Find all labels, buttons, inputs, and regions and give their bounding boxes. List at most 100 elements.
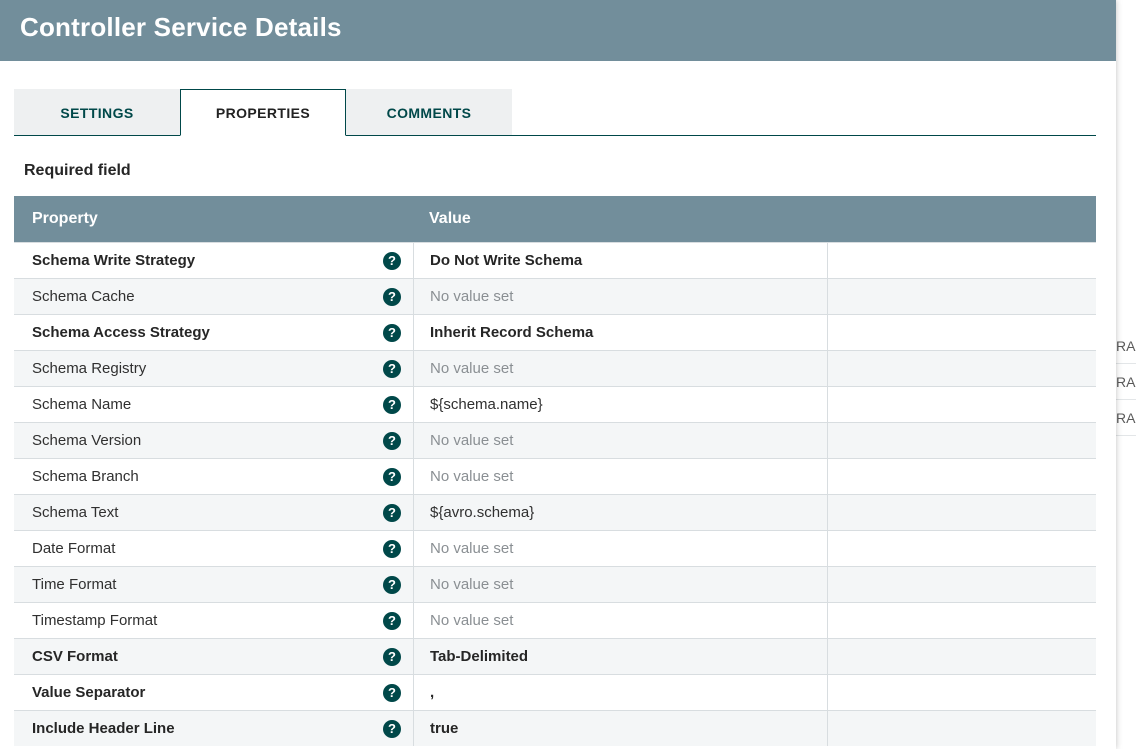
property-name: Schema Cache — [32, 288, 383, 305]
property-name-cell: Schema Write Strategy? — [14, 252, 413, 270]
property-value-cell[interactable]: No value set — [414, 351, 828, 386]
dialog-title: Controller Service Details — [0, 0, 1116, 61]
property-extra-cell — [828, 495, 1096, 530]
property-name: Value Separator — [32, 684, 383, 701]
property-row[interactable]: Schema Branch?No value set — [14, 458, 1096, 494]
property-name: Timestamp Format — [32, 612, 383, 629]
property-value-cell[interactable]: Inherit Record Schema — [414, 315, 828, 350]
property-name-cell: Schema Branch? — [14, 468, 413, 486]
help-icon[interactable]: ? — [383, 504, 401, 522]
tab-bar: SETTINGS PROPERTIES COMMENTS — [14, 89, 1096, 136]
property-value-cell[interactable]: No value set — [414, 603, 828, 638]
property-value-cell[interactable]: ${avro.schema} — [414, 495, 828, 530]
property-name: Schema Text — [32, 504, 383, 521]
property-name: Schema Branch — [32, 468, 383, 485]
property-extra-cell — [828, 387, 1096, 422]
property-name-cell: Schema Text? — [14, 504, 413, 522]
property-extra-cell — [828, 639, 1096, 674]
help-icon[interactable]: ? — [383, 252, 401, 270]
property-name: Schema Write Strategy — [32, 252, 383, 269]
background-row: RA — [1116, 328, 1136, 364]
help-icon[interactable]: ? — [383, 360, 401, 378]
controller-service-details-dialog: Controller Service Details SETTINGS PROP… — [0, 0, 1116, 749]
property-value-cell[interactable]: No value set — [414, 567, 828, 602]
property-name: Schema Registry — [32, 360, 383, 377]
property-name-cell: Schema Registry? — [14, 360, 413, 378]
property-extra-cell — [828, 711, 1096, 746]
property-extra-cell — [828, 423, 1096, 458]
help-icon[interactable]: ? — [383, 540, 401, 558]
property-name-cell: Include Header Line? — [14, 720, 413, 738]
property-row[interactable]: Value Separator?, — [14, 674, 1096, 710]
property-extra-cell — [828, 351, 1096, 386]
property-extra-cell — [828, 675, 1096, 710]
property-row[interactable]: Schema Cache?No value set — [14, 278, 1096, 314]
properties-table: Property Value Schema Write Strategy?Do … — [14, 196, 1096, 749]
property-name: Date Format — [32, 540, 383, 557]
tab-settings[interactable]: SETTINGS — [14, 89, 180, 135]
property-extra-cell — [828, 567, 1096, 602]
help-icon[interactable]: ? — [383, 612, 401, 630]
property-row[interactable]: Timestamp Format?No value set — [14, 602, 1096, 638]
property-extra-cell — [828, 531, 1096, 566]
property-name-cell: Timestamp Format? — [14, 612, 413, 630]
property-name-cell: Schema Version? — [14, 432, 413, 450]
help-icon[interactable]: ? — [383, 720, 401, 738]
properties-table-header: Property Value — [14, 196, 1096, 242]
tab-comments[interactable]: COMMENTS — [346, 89, 512, 135]
help-icon[interactable]: ? — [383, 324, 401, 342]
background-row: RA — [1116, 400, 1136, 436]
help-icon[interactable]: ? — [383, 396, 401, 414]
property-row[interactable]: Schema Access Strategy?Inherit Record Sc… — [14, 314, 1096, 350]
property-name: Schema Name — [32, 396, 383, 413]
property-name-cell: Schema Cache? — [14, 288, 413, 306]
property-value-cell[interactable]: ${schema.name} — [414, 387, 828, 422]
help-icon[interactable]: ? — [383, 648, 401, 666]
property-value-cell[interactable]: , — [414, 675, 828, 710]
tab-properties[interactable]: PROPERTIES — [180, 89, 346, 136]
property-value-cell[interactable]: No value set — [414, 423, 828, 458]
property-name: CSV Format — [32, 648, 383, 665]
column-header-property: Property — [14, 210, 413, 228]
dialog-body: SETTINGS PROPERTIES COMMENTS Required fi… — [0, 61, 1116, 749]
property-value-cell[interactable]: true — [414, 711, 828, 746]
property-row[interactable]: Schema Name?${schema.name} — [14, 386, 1096, 422]
property-row[interactable]: Schema Write Strategy?Do Not Write Schem… — [14, 242, 1096, 278]
property-extra-cell — [828, 459, 1096, 494]
help-icon[interactable]: ? — [383, 576, 401, 594]
property-value-cell[interactable]: No value set — [414, 531, 828, 566]
property-row[interactable]: Schema Registry?No value set — [14, 350, 1096, 386]
property-name: Time Format — [32, 576, 383, 593]
property-name: Schema Version — [32, 432, 383, 449]
property-name-cell: Schema Name? — [14, 396, 413, 414]
help-icon[interactable]: ? — [383, 684, 401, 702]
property-name-cell: CSV Format? — [14, 648, 413, 666]
property-row[interactable]: Date Format?No value set — [14, 530, 1096, 566]
property-value-cell[interactable]: Tab-Delimited — [414, 639, 828, 674]
property-extra-cell — [828, 243, 1096, 278]
background-row: RA — [1116, 364, 1136, 400]
property-name: Schema Access Strategy — [32, 324, 383, 341]
property-name-cell: Schema Access Strategy? — [14, 324, 413, 342]
property-name-cell: Value Separator? — [14, 684, 413, 702]
property-name: Include Header Line — [32, 720, 383, 737]
property-value-cell[interactable]: No value set — [414, 459, 828, 494]
help-icon[interactable]: ? — [383, 288, 401, 306]
property-row[interactable]: Time Format?No value set — [14, 566, 1096, 602]
property-name-cell: Date Format? — [14, 540, 413, 558]
properties-table-body[interactable]: Schema Write Strategy?Do Not Write Schem… — [14, 242, 1096, 749]
column-header-value: Value — [413, 210, 1096, 228]
help-icon[interactable]: ? — [383, 432, 401, 450]
property-row[interactable]: Include Header Line?true — [14, 710, 1096, 746]
required-field-label: Required field — [24, 162, 1096, 180]
property-value-cell[interactable]: No value set — [414, 279, 828, 314]
property-row[interactable]: Schema Version?No value set — [14, 422, 1096, 458]
property-extra-cell — [828, 279, 1096, 314]
property-extra-cell — [828, 603, 1096, 638]
property-row[interactable]: Schema Text?${avro.schema} — [14, 494, 1096, 530]
property-row[interactable]: CSV Format?Tab-Delimited — [14, 638, 1096, 674]
property-name-cell: Time Format? — [14, 576, 413, 594]
property-extra-cell — [828, 315, 1096, 350]
property-value-cell[interactable]: Do Not Write Schema — [414, 243, 828, 278]
help-icon[interactable]: ? — [383, 468, 401, 486]
